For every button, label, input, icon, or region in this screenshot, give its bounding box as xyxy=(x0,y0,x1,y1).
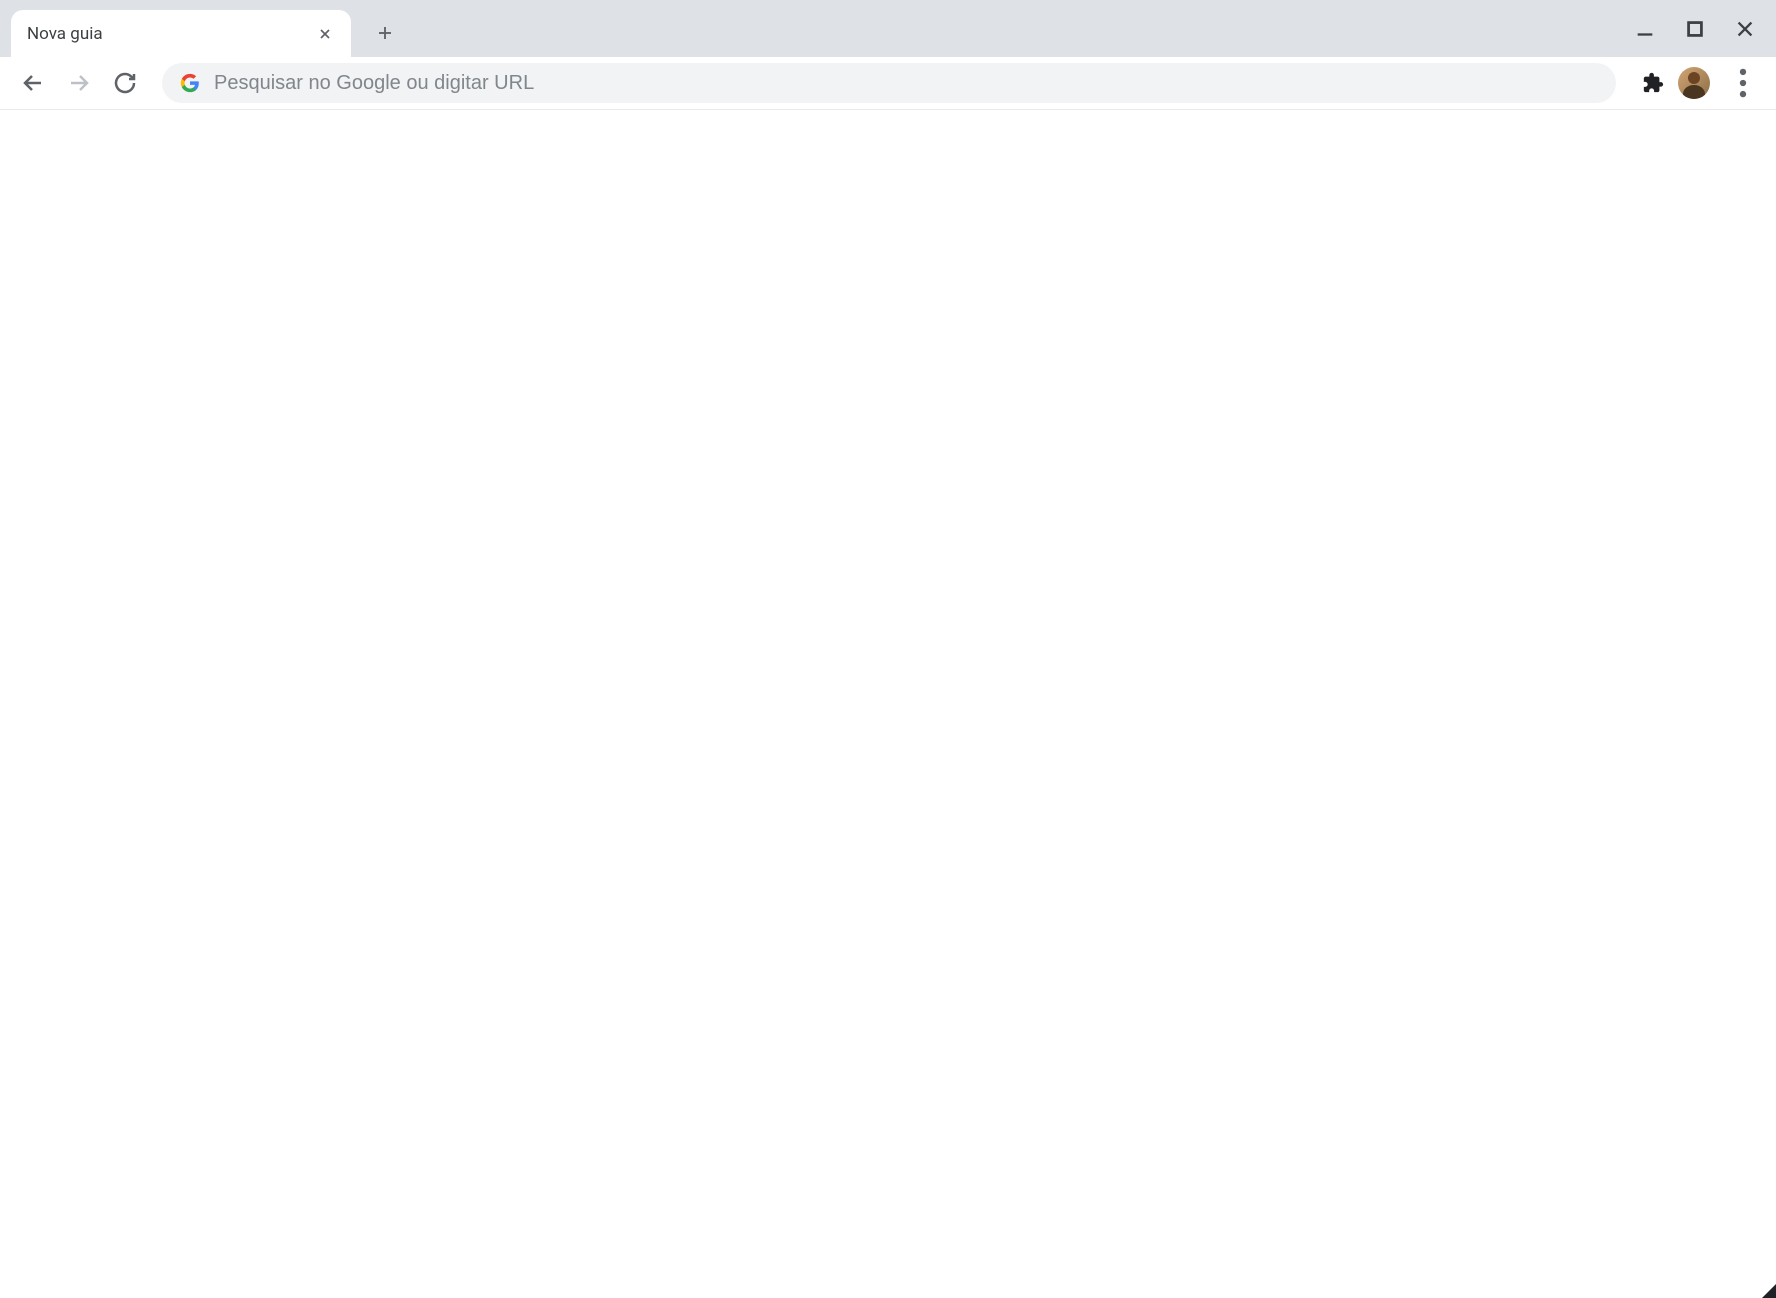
profile-avatar-button[interactable] xyxy=(1678,67,1710,99)
maximize-button[interactable] xyxy=(1684,18,1706,40)
close-icon xyxy=(1734,18,1756,40)
address-bar[interactable] xyxy=(162,63,1616,103)
address-input[interactable] xyxy=(214,72,1598,95)
menu-button[interactable] xyxy=(1724,64,1762,102)
reload-icon xyxy=(113,71,137,95)
more-vertical-icon xyxy=(1724,64,1762,102)
extensions-button[interactable] xyxy=(1642,72,1664,94)
forward-button[interactable] xyxy=(60,64,98,102)
forward-arrow-icon xyxy=(67,71,91,95)
back-arrow-icon xyxy=(21,71,45,95)
resize-handle[interactable] xyxy=(1762,1284,1776,1298)
close-window-button[interactable] xyxy=(1734,18,1756,40)
reload-button[interactable] xyxy=(106,64,144,102)
maximize-icon xyxy=(1684,18,1706,40)
toolbar-right xyxy=(1634,64,1762,102)
browser-tab[interactable]: Nova guia xyxy=(11,10,351,57)
new-tab-button[interactable] xyxy=(366,14,404,52)
plus-icon xyxy=(376,24,394,42)
google-icon xyxy=(180,73,200,93)
minimize-icon xyxy=(1634,18,1656,40)
tab-title: Nova guia xyxy=(27,24,315,44)
toolbar xyxy=(0,57,1776,110)
close-tab-button[interactable] xyxy=(315,24,335,44)
puzzle-icon xyxy=(1644,73,1663,92)
window-controls xyxy=(1634,0,1776,57)
back-button[interactable] xyxy=(14,64,52,102)
tab-strip: Nova guia xyxy=(0,0,1776,57)
close-icon xyxy=(317,26,333,42)
minimize-button[interactable] xyxy=(1634,18,1656,40)
